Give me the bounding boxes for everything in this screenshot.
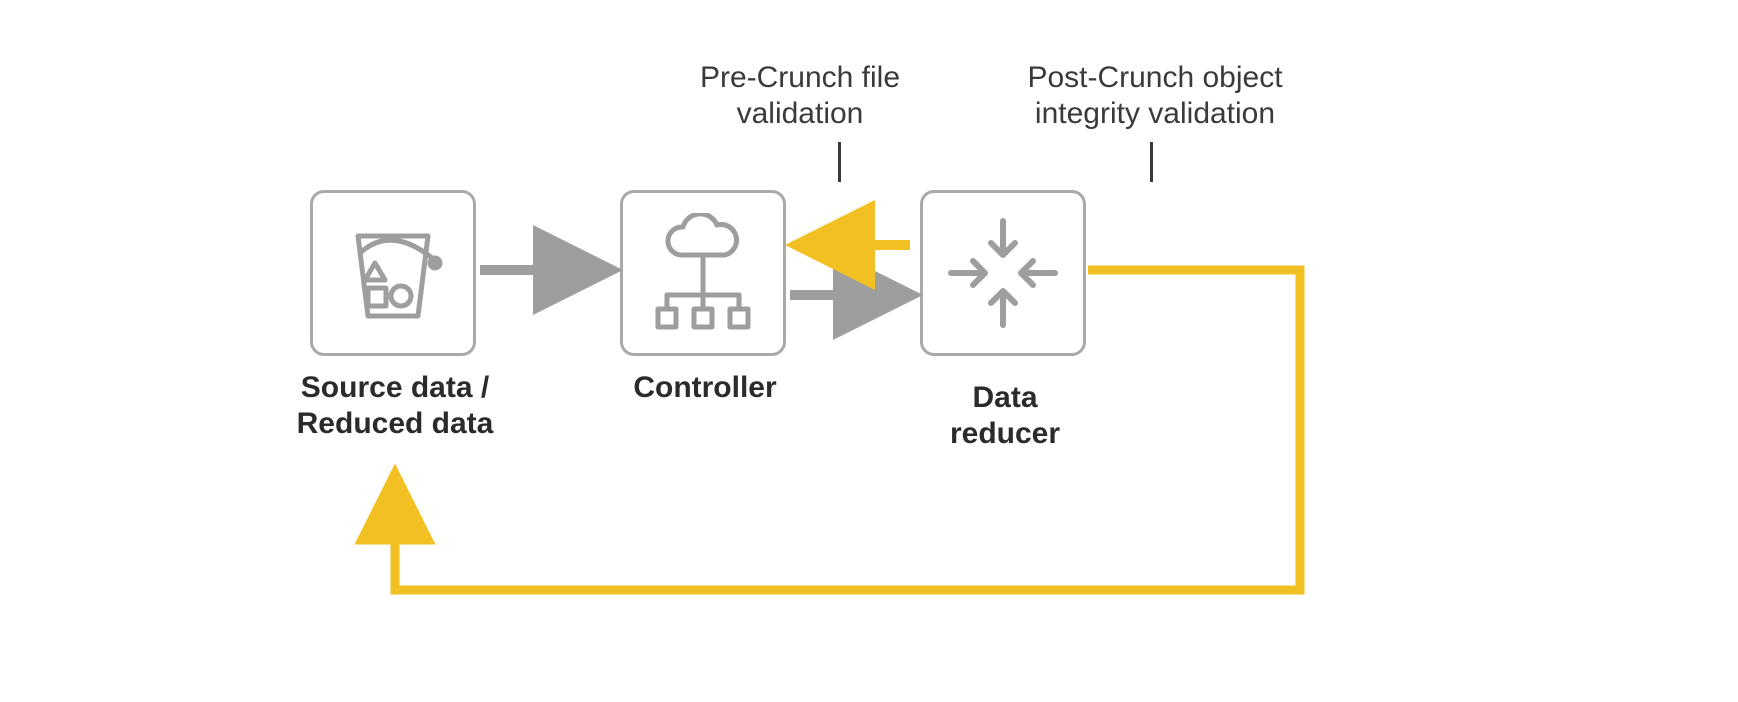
callout-text: integrity validation [1035,97,1275,130]
label-text: Source data / [301,371,489,404]
callout-text: validation [737,97,864,130]
bucket-icon [338,218,448,328]
compress-icon [943,213,1063,333]
node-reducer [920,190,1086,356]
node-source [310,190,476,356]
cloud-tree-icon [643,213,763,333]
callout-tick [838,142,841,182]
callout-post-crunch: Post-Crunch object integrity validation [980,60,1330,132]
callout-tick [1150,142,1153,182]
callout-pre-crunch: Pre-Crunch file validation [650,60,950,132]
node-controller [620,190,786,356]
label-text: reducer [950,417,1060,450]
label-controller: Controller [620,370,790,406]
label-source: Source data / Reduced data [270,370,520,442]
arrow-reducer-to-source [395,270,1300,590]
callout-text: Pre-Crunch file [700,61,900,94]
label-text: Reduced data [297,407,494,440]
label-reducer: Data reducer [920,380,1090,452]
callout-text: Post-Crunch object [1027,61,1282,94]
label-text: Data [972,381,1037,414]
label-text: Controller [633,371,776,404]
